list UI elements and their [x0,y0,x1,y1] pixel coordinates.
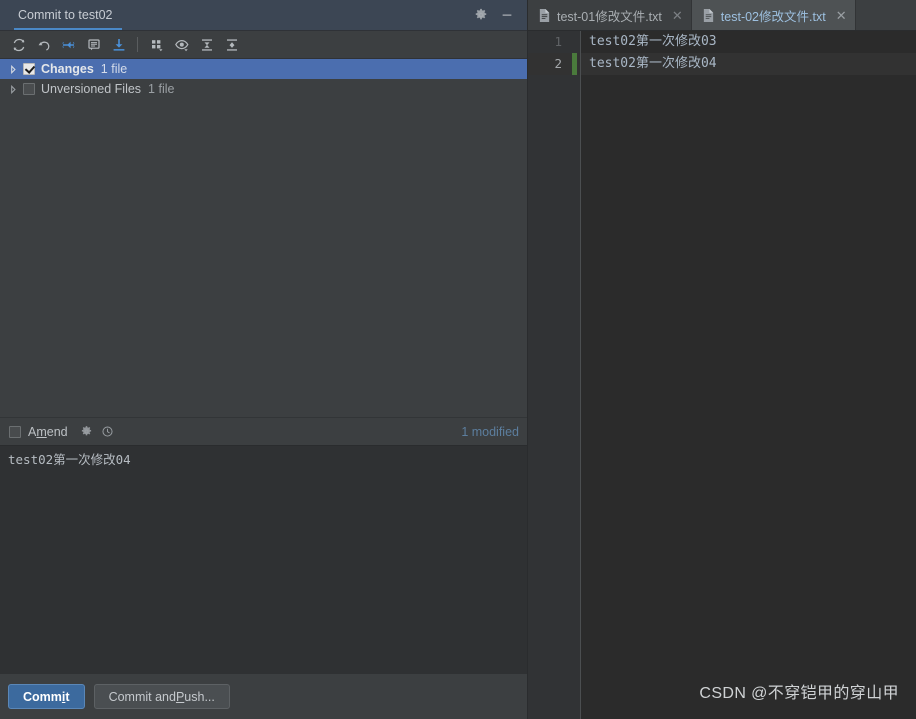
gutter-line-1: 1 [528,31,581,53]
commit-panel-tab[interactable]: Commit to test02 [14,0,123,30]
text-file-icon [702,8,715,23]
line-number: 2 [554,56,562,71]
close-icon[interactable]: ✕ [836,9,847,22]
editor-body: 1 2 test02第一次修改03 test02第一次修改04 [528,31,916,719]
editor-tab-bar: test-01修改文件.txt ✕ test-02修改文件.txt ✕ [528,0,916,31]
update-project-icon[interactable] [106,33,131,56]
commit-and-push-accel: P [175,689,185,704]
app-root: Commit to test02 Changes 1 file Unversio… [0,0,916,719]
tree-node-label: Unversioned Files [41,82,142,96]
preview-diff-icon[interactable] [169,33,194,56]
chevron-right-icon[interactable] [6,62,20,76]
unversioned-files-checkbox[interactable] [23,83,35,95]
tree-node-changes[interactable]: Changes 1 file [0,59,527,79]
tree-node-label: Changes [41,62,94,76]
line-number: 1 [554,34,562,49]
editor-tab-label: test-02修改文件.txt [720,9,826,24]
commit-and-push-pre: Commit and [108,689,176,704]
editor-tab-label: test-01修改文件.txt [557,9,662,24]
vcs-change-marker[interactable] [572,53,577,75]
commit-panel-header-actions [471,5,527,25]
gutter-line-2: 2 [528,53,581,75]
tree-node-unversioned-files[interactable]: Unversioned Files 1 file [0,79,527,99]
code-line-2: test02第一次修改04 [581,53,916,75]
collapse-all-icon[interactable] [219,33,244,56]
amend-label-accel: m [36,424,47,439]
refresh-icon[interactable] [6,33,31,56]
editor-tab-test-01[interactable]: test-01修改文件.txt ✕ [528,0,692,30]
commit-toolbar [0,31,527,59]
amend-icon-group [80,425,114,438]
editor-tab-test-02[interactable]: test-02修改文件.txt ✕ [691,0,856,30]
amend-label[interactable]: Amend [28,425,68,439]
expand-all-icon[interactable] [194,33,219,56]
tree-node-count: 1 file [148,82,175,96]
commit-button-bar: Comm i t Commit and Push... [0,674,527,719]
commit-button-post: t [65,689,70,704]
amend-checkbox[interactable] [9,425,21,438]
toolbar-separator [137,37,138,52]
group-by-icon[interactable] [144,33,169,56]
commit-panel-tab-label: Commit to test02 [18,8,113,22]
text-file-icon [538,8,551,23]
commit-history-clock-icon[interactable] [101,425,114,438]
amend-bar: Amend 1 modified [0,417,527,445]
editor-panel: test-01修改文件.txt ✕ test-02修改文件.txt ✕ 1 2 … [528,0,916,719]
show-diff-icon[interactable] [56,33,81,56]
commit-message-input[interactable]: test02第一次修改04 [0,445,527,674]
commit-and-push-button[interactable]: Commit and Push... [93,684,230,709]
commit-and-push-post: ush... [184,689,215,704]
chevron-right-icon[interactable] [6,82,20,96]
editor-code-area[interactable]: test02第一次修改03 test02第一次修改04 [581,31,916,719]
close-icon[interactable]: ✕ [672,9,683,22]
commit-options-gear-icon[interactable] [80,425,93,438]
editor-gutter[interactable]: 1 2 [528,31,581,719]
code-line-1: test02第一次修改03 [589,34,717,49]
minimize-icon[interactable] [497,5,517,25]
commit-panel-header: Commit to test02 [0,0,527,31]
changes-checkbox[interactable] [23,63,35,75]
amend-label-post: end [46,424,68,439]
settings-icon[interactable] [471,5,491,25]
modified-count-label: 1 modified [461,424,519,439]
edit-source-icon[interactable] [81,33,106,56]
commit-button[interactable]: Comm i t [8,684,85,709]
tree-node-count: 1 file [100,62,128,76]
changes-tree[interactable]: Changes 1 file Unversioned Files 1 file [0,59,527,417]
commit-tool-window: Commit to test02 Changes 1 file Unversio… [0,0,527,719]
commit-button-pre: Comm [23,689,62,704]
rollback-icon[interactable] [31,33,56,56]
